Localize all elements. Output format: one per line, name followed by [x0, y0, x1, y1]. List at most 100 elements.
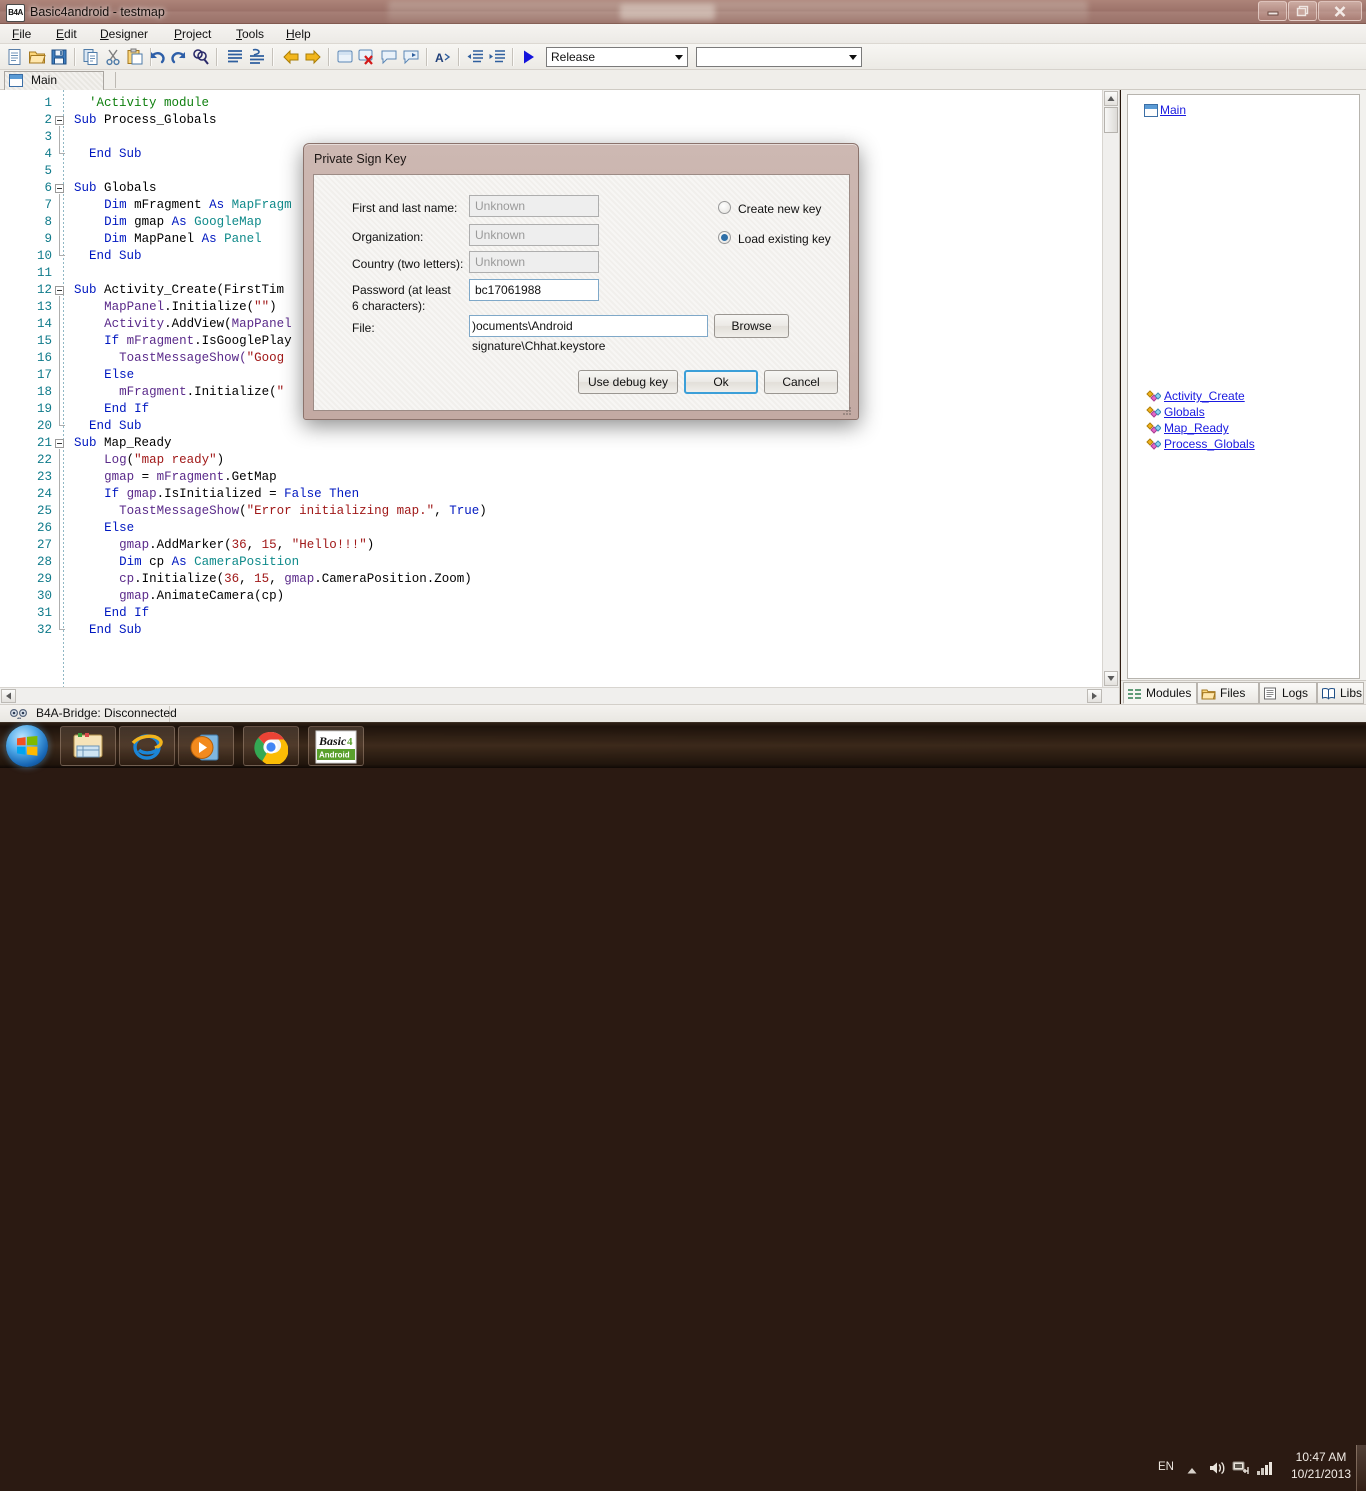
- tree-item-sub[interactable]: Activity_Create: [1146, 389, 1245, 404]
- toggle-bookmark-icon[interactable]: [380, 48, 398, 66]
- ok-button[interactable]: Ok: [684, 370, 758, 394]
- taskbar-button-b4a[interactable]: Basic 4 Android: [308, 726, 364, 766]
- folder-icon: [1201, 689, 1216, 700]
- fold-collapse-box[interactable]: [55, 184, 64, 193]
- modules-tree[interactable]: Main Activity_Create Globals Map_Ready P…: [1127, 94, 1360, 679]
- menu-accel: P: [174, 27, 183, 41]
- browse-button[interactable]: Browse: [714, 314, 789, 338]
- use-debug-key-button[interactable]: Use debug key: [578, 370, 678, 394]
- volume-icon[interactable]: [1208, 1460, 1226, 1479]
- code-token: ): [479, 504, 487, 518]
- fold-collapse-box[interactable]: [55, 116, 64, 125]
- code-token: mFragment: [134, 198, 210, 212]
- tab-main[interactable]: Main: [4, 71, 104, 90]
- tree-item-sub[interactable]: Process_Globals: [1146, 437, 1255, 452]
- restore-button[interactable]: [1288, 1, 1317, 21]
- code-token: Process_Globals: [104, 113, 217, 127]
- sub-label-globals[interactable]: Globals: [1164, 405, 1205, 419]
- input-password[interactable]: bc17061988: [469, 279, 599, 301]
- tray-clock-time[interactable]: 10:47 AM: [1285, 1450, 1357, 1465]
- sub-label-activity-create[interactable]: Activity_Create: [1164, 389, 1245, 403]
- line-number: 3: [44, 130, 52, 144]
- menu-file[interactable]: File: [4, 26, 39, 43]
- input-file-path[interactable]: )ocuments\Android signature\Chhat.keysto…: [469, 315, 708, 353]
- indent-icon[interactable]: [488, 48, 506, 66]
- signal-bars-icon[interactable]: [1256, 1461, 1274, 1478]
- editor-horizontal-scrollbar[interactable]: [0, 687, 1119, 704]
- tree-item-module-label[interactable]: Main: [1160, 103, 1186, 117]
- find-icon[interactable]: [192, 48, 210, 66]
- change-case-icon[interactable]: A: [434, 48, 452, 66]
- tab-files[interactable]: Files: [1197, 682, 1259, 704]
- toolbar-separator: [512, 48, 514, 66]
- code-token: ToastMessageShow: [119, 504, 240, 518]
- goto-bookmark-icon[interactable]: [402, 48, 420, 66]
- code-line: End Sub: [89, 146, 142, 163]
- navigate-forward-icon[interactable]: [304, 48, 322, 66]
- toolbar-separator: [216, 48, 218, 66]
- uncomment-block-icon[interactable]: [248, 48, 266, 66]
- scroll-down-arrow[interactable]: [1104, 671, 1118, 686]
- taskbar-button-ie[interactable]: [119, 726, 175, 766]
- fold-collapse-box[interactable]: [55, 439, 64, 448]
- sub-label-map-ready[interactable]: Map_Ready: [1164, 421, 1229, 435]
- taskbar-button-mediaplayer[interactable]: [178, 726, 234, 766]
- input-organization[interactable]: Unknown: [469, 224, 599, 246]
- tab-logs[interactable]: Logs: [1259, 682, 1317, 704]
- comment-block-icon[interactable]: [226, 48, 244, 66]
- code-line: Sub Map_Ready: [74, 435, 172, 452]
- remove-breakpoint-icon[interactable]: [358, 48, 376, 66]
- paste-icon[interactable]: [126, 48, 144, 66]
- taskbar-button-explorer[interactable]: [60, 726, 116, 766]
- input-country[interactable]: Unknown: [469, 251, 599, 273]
- scrollbar-thumb[interactable]: [1104, 107, 1118, 133]
- device-combo[interactable]: [696, 47, 862, 67]
- tray-language[interactable]: EN: [1158, 1461, 1174, 1473]
- scroll-up-arrow[interactable]: [1104, 91, 1118, 106]
- close-button[interactable]: [1318, 1, 1362, 21]
- fold-collapse-box[interactable]: [55, 286, 64, 295]
- tree-item-sub[interactable]: Map_Ready: [1146, 421, 1229, 436]
- scroll-left-arrow[interactable]: [1, 689, 16, 703]
- menu-edit[interactable]: Edit: [48, 26, 85, 43]
- tab-libs[interactable]: Libs: [1317, 682, 1364, 704]
- open-folder-icon[interactable]: [28, 48, 46, 66]
- menu-tools[interactable]: Tools: [228, 26, 272, 43]
- menu-help[interactable]: Help: [278, 26, 319, 43]
- editor-vertical-scrollbar[interactable]: [1102, 90, 1119, 704]
- build-mode-combo[interactable]: Release: [546, 47, 688, 67]
- undo-icon[interactable]: [148, 48, 166, 66]
- menu-project[interactable]: Project: [166, 26, 219, 43]
- network-icon[interactable]: [1232, 1459, 1250, 1479]
- outdent-icon[interactable]: [466, 48, 484, 66]
- tree-item-sub[interactable]: Globals: [1146, 405, 1205, 420]
- navigate-back-icon[interactable]: [282, 48, 300, 66]
- new-file-icon[interactable]: [6, 48, 24, 66]
- app-icon: B4A: [6, 4, 25, 22]
- redo-icon[interactable]: [170, 48, 188, 66]
- run-icon[interactable]: [520, 48, 538, 66]
- tree-item-module[interactable]: Main: [1144, 103, 1186, 118]
- taskbar-button-chrome[interactable]: [243, 726, 299, 766]
- save-icon[interactable]: [50, 48, 68, 66]
- show-hidden-icons-chevron[interactable]: [1186, 1464, 1198, 1478]
- show-desktop-button[interactable]: [1356, 1445, 1366, 1491]
- scroll-right-arrow[interactable]: [1087, 689, 1102, 703]
- copy-icon[interactable]: [82, 48, 100, 66]
- minimize-button[interactable]: [1258, 1, 1287, 21]
- add-breakpoint-icon[interactable]: [336, 48, 354, 66]
- cancel-button[interactable]: Cancel: [764, 370, 838, 394]
- resize-grip-icon[interactable]: [842, 406, 852, 416]
- tray-clock-date[interactable]: 10/21/2013: [1285, 1467, 1357, 1482]
- sub-label-process-globals[interactable]: Process_Globals: [1164, 437, 1255, 451]
- code-line: mFragment.Initialize(": [119, 384, 284, 401]
- menu-designer[interactable]: Designer: [92, 26, 156, 43]
- tab-modules[interactable]: Modules: [1123, 682, 1197, 704]
- input-first-last-name[interactable]: Unknown: [469, 195, 599, 217]
- windows-start-orb-icon[interactable]: [6, 725, 48, 767]
- radio-load-existing-key[interactable]: [718, 231, 731, 244]
- line-number: 1: [44, 96, 52, 110]
- radio-create-new-key[interactable]: [718, 201, 731, 214]
- code-token: gmap: [104, 470, 135, 484]
- cut-icon[interactable]: [104, 48, 122, 66]
